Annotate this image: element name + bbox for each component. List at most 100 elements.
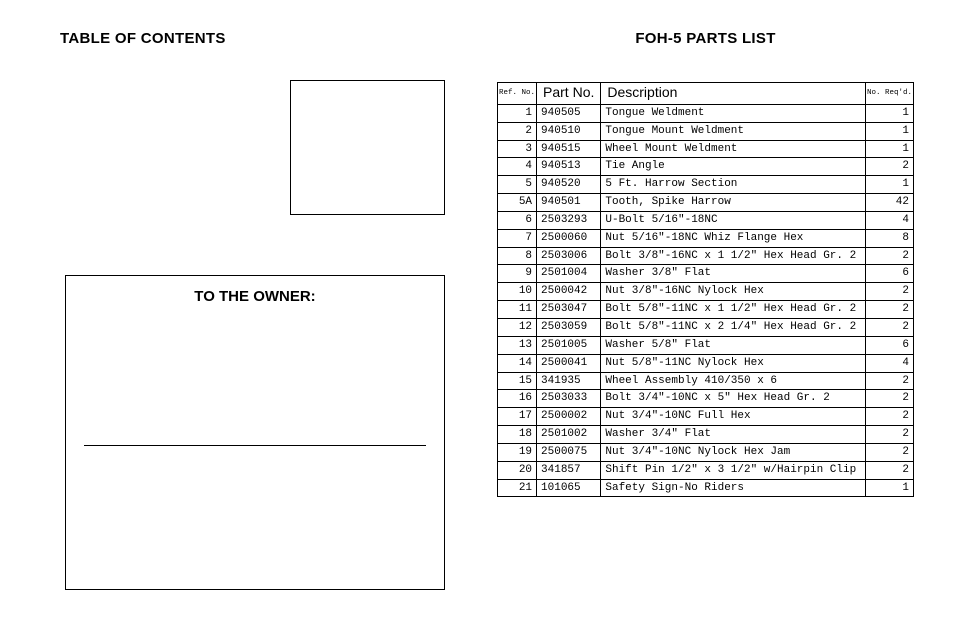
page: TABLE OF CONTENTS TO THE OWNER: FOH-5 PA… xyxy=(0,0,954,618)
table-row: 92501004Washer 3/8" Flat6 xyxy=(498,265,914,283)
cell-description: Washer 3/8" Flat xyxy=(601,265,866,283)
cell-part-no: 2500042 xyxy=(537,283,601,301)
header-part-no: Part No. xyxy=(537,83,601,105)
cell-ref-no: 17 xyxy=(498,408,537,426)
cell-no-reqd: 42 xyxy=(865,194,913,212)
cell-ref-no: 20 xyxy=(498,461,537,479)
cell-ref-no: 21 xyxy=(498,479,537,497)
cell-description: Wheel Assembly 410/350 x 6 xyxy=(601,372,866,390)
table-row: 21101065Safety Sign-No Riders1 xyxy=(498,479,914,497)
cell-part-no: 2501004 xyxy=(537,265,601,283)
cell-part-no: 940501 xyxy=(537,194,601,212)
cell-no-reqd: 1 xyxy=(865,104,913,122)
cell-part-no: 2503033 xyxy=(537,390,601,408)
cell-description: 5 Ft. Harrow Section xyxy=(601,176,866,194)
cell-ref-no: 12 xyxy=(498,319,537,337)
cell-part-no: 341857 xyxy=(537,461,601,479)
cell-no-reqd: 1 xyxy=(865,479,913,497)
table-row: 172500002Nut 3/4"-10NC Full Hex2 xyxy=(498,408,914,426)
cell-ref-no: 8 xyxy=(498,247,537,265)
table-row: 15341935Wheel Assembly 410/350 x 62 xyxy=(498,372,914,390)
cell-part-no: 940505 xyxy=(537,104,601,122)
table-row: 162503033Bolt 3/4"-10NC x 5" Hex Head Gr… xyxy=(498,390,914,408)
cell-no-reqd: 2 xyxy=(865,301,913,319)
cell-no-reqd: 1 xyxy=(865,122,913,140)
table-row: 1940505Tongue Weldment1 xyxy=(498,104,914,122)
cell-no-reqd: 1 xyxy=(865,140,913,158)
cell-ref-no: 4 xyxy=(498,158,537,176)
owner-heading: TO THE OWNER: xyxy=(84,288,426,305)
cell-description: Nut 5/16"-18NC Whiz Flange Hex xyxy=(601,229,866,247)
cell-part-no: 341935 xyxy=(537,372,601,390)
cell-ref-no: 9 xyxy=(498,265,537,283)
parts-table: Ref. No. Part No. Description No. Req'd.… xyxy=(497,82,914,497)
cell-part-no: 2501005 xyxy=(537,336,601,354)
cell-description: Tie Angle xyxy=(601,158,866,176)
cell-part-no: 940520 xyxy=(537,176,601,194)
cell-ref-no: 5A xyxy=(498,194,537,212)
table-row: 20341857Shift Pin 1/2" x 3 1/2" w/Hairpi… xyxy=(498,461,914,479)
cell-no-reqd: 2 xyxy=(865,372,913,390)
parts-table-head: Ref. No. Part No. Description No. Req'd. xyxy=(498,83,914,105)
cell-no-reqd: 6 xyxy=(865,336,913,354)
cell-description: Bolt 3/4"-10NC x 5" Hex Head Gr. 2 xyxy=(601,390,866,408)
cell-ref-no: 10 xyxy=(498,283,537,301)
left-column: TABLE OF CONTENTS TO THE OWNER: xyxy=(0,0,477,618)
cell-ref-no: 2 xyxy=(498,122,537,140)
table-row: 3940515Wheel Mount Weldment1 xyxy=(498,140,914,158)
table-row: 2940510Tongue Mount Weldment1 xyxy=(498,122,914,140)
cell-no-reqd: 6 xyxy=(865,265,913,283)
cell-no-reqd: 4 xyxy=(865,354,913,372)
cell-description: Tongue Mount Weldment xyxy=(601,122,866,140)
cell-part-no: 2500002 xyxy=(537,408,601,426)
cell-ref-no: 3 xyxy=(498,140,537,158)
cell-no-reqd: 2 xyxy=(865,443,913,461)
cell-description: Bolt 3/8"-16NC x 1 1/2" Hex Head Gr. 2 xyxy=(601,247,866,265)
toc-image-placeholder xyxy=(290,80,445,215)
table-row: 72500060Nut 5/16"-18NC Whiz Flange Hex8 xyxy=(498,229,914,247)
parts-table-body: 1940505Tongue Weldment12940510Tongue Mou… xyxy=(498,104,914,497)
cell-part-no: 940513 xyxy=(537,158,601,176)
cell-no-reqd: 2 xyxy=(865,426,913,444)
table-row: 4940513Tie Angle2 xyxy=(498,158,914,176)
cell-part-no: 940515 xyxy=(537,140,601,158)
cell-ref-no: 13 xyxy=(498,336,537,354)
toc-heading: TABLE OF CONTENTS xyxy=(60,30,437,47)
cell-no-reqd: 2 xyxy=(865,158,913,176)
table-row: 59405205 Ft. Harrow Section1 xyxy=(498,176,914,194)
right-column: FOH-5 PARTS LIST Ref. No. Part No. Descr… xyxy=(477,0,954,618)
cell-part-no: 2503059 xyxy=(537,319,601,337)
cell-ref-no: 15 xyxy=(498,372,537,390)
cell-part-no: 2501002 xyxy=(537,426,601,444)
parts-table-header-row: Ref. No. Part No. Description No. Req'd. xyxy=(498,83,914,105)
cell-no-reqd: 2 xyxy=(865,319,913,337)
cell-no-reqd: 2 xyxy=(865,390,913,408)
header-no-reqd: No. Req'd. xyxy=(865,83,913,105)
cell-description: Nut 3/4"-10NC Nylock Hex Jam xyxy=(601,443,866,461)
cell-description: Bolt 5/8"-11NC x 1 1/2" Hex Head Gr. 2 xyxy=(601,301,866,319)
cell-no-reqd: 8 xyxy=(865,229,913,247)
cell-ref-no: 1 xyxy=(498,104,537,122)
cell-part-no: 2500075 xyxy=(537,443,601,461)
owner-box: TO THE OWNER: xyxy=(65,275,445,590)
cell-description: Bolt 5/8"-11NC x 2 1/4" Hex Head Gr. 2 xyxy=(601,319,866,337)
parts-list-heading: FOH-5 PARTS LIST xyxy=(497,30,914,47)
cell-part-no: 2500060 xyxy=(537,229,601,247)
cell-description: Washer 3/4" Flat xyxy=(601,426,866,444)
table-row: 62503293U-Bolt 5/16"-18NC4 xyxy=(498,211,914,229)
table-row: 112503047Bolt 5/8"-11NC x 1 1/2" Hex Hea… xyxy=(498,301,914,319)
cell-no-reqd: 2 xyxy=(865,461,913,479)
cell-ref-no: 7 xyxy=(498,229,537,247)
header-description: Description xyxy=(601,83,866,105)
cell-description: Washer 5/8" Flat xyxy=(601,336,866,354)
cell-description: Safety Sign-No Riders xyxy=(601,479,866,497)
table-row: 192500075Nut 3/4"-10NC Nylock Hex Jam2 xyxy=(498,443,914,461)
header-ref-no: Ref. No. xyxy=(498,83,537,105)
cell-description: Nut 3/4"-10NC Full Hex xyxy=(601,408,866,426)
cell-no-reqd: 2 xyxy=(865,408,913,426)
cell-no-reqd: 2 xyxy=(865,247,913,265)
cell-part-no: 2503047 xyxy=(537,301,601,319)
cell-description: U-Bolt 5/16"-18NC xyxy=(601,211,866,229)
cell-no-reqd: 2 xyxy=(865,283,913,301)
table-row: 142500041Nut 5/8"-11NC Nylock Hex4 xyxy=(498,354,914,372)
